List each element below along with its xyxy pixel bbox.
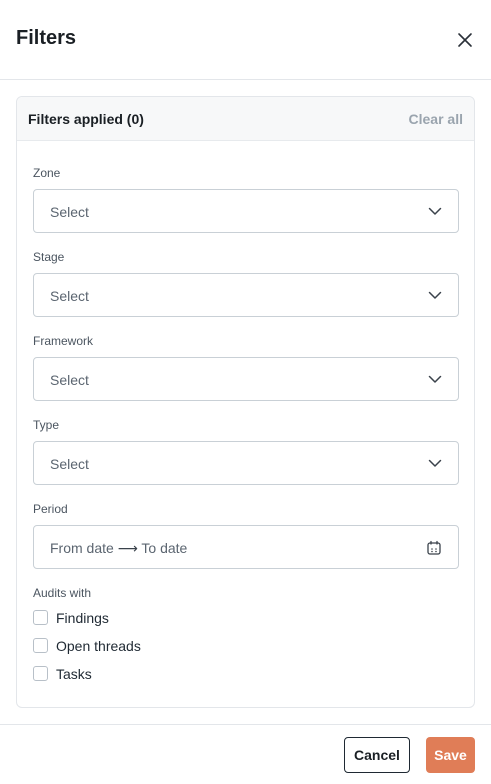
- range-arrow-icon: ⟶: [117, 540, 138, 556]
- zone-select-value: Select: [50, 204, 89, 220]
- type-label: Type: [33, 418, 60, 432]
- from-date-placeholder: From date: [50, 540, 114, 556]
- open-threads-checkbox-label: Open threads: [56, 638, 141, 654]
- chevron-down-icon: [428, 207, 442, 215]
- checkbox[interactable]: [33, 666, 48, 681]
- checkbox[interactable]: [33, 610, 48, 625]
- findings-checkbox-label: Findings: [56, 610, 109, 626]
- calendar-icon: [427, 540, 441, 555]
- cancel-button[interactable]: Cancel: [344, 737, 410, 773]
- modal-footer: Cancel Save: [0, 724, 491, 784]
- save-button[interactable]: Save: [426, 737, 475, 773]
- tasks-checkbox-label: Tasks: [56, 666, 92, 682]
- type-select[interactable]: Select: [33, 441, 459, 485]
- stage-select[interactable]: Select: [33, 273, 459, 317]
- chevron-down-icon: [428, 291, 442, 299]
- page-title: Filters: [16, 27, 77, 49]
- chevron-down-icon: [428, 375, 442, 383]
- clear-all-button[interactable]: Clear all: [409, 111, 463, 127]
- stage-label: Stage: [33, 250, 65, 264]
- audits-with-label: Audits with: [33, 586, 92, 600]
- framework-select[interactable]: Select: [33, 357, 459, 401]
- period-date-range-input[interactable]: From date ⟶ To date: [33, 525, 459, 569]
- panel-header: Filters applied (0) Clear all: [17, 97, 474, 141]
- filters-applied-count: Filters applied (0): [28, 111, 144, 127]
- framework-select-value: Select: [50, 372, 89, 388]
- modal-header: Filters: [0, 0, 491, 80]
- type-select-value: Select: [50, 456, 89, 472]
- close-icon[interactable]: [454, 29, 476, 51]
- period-label: Period: [33, 502, 68, 516]
- framework-label: Framework: [33, 334, 94, 348]
- zone-label: Zone: [33, 166, 61, 180]
- checkbox[interactable]: [33, 638, 48, 653]
- chevron-down-icon: [428, 459, 442, 467]
- stage-select-value: Select: [50, 288, 89, 304]
- period-range-text: From date ⟶ To date: [50, 540, 187, 557]
- zone-select[interactable]: Select: [33, 189, 459, 233]
- filters-panel: Filters applied (0) Clear all Zone Selec…: [16, 96, 475, 708]
- to-date-placeholder: To date: [141, 540, 188, 556]
